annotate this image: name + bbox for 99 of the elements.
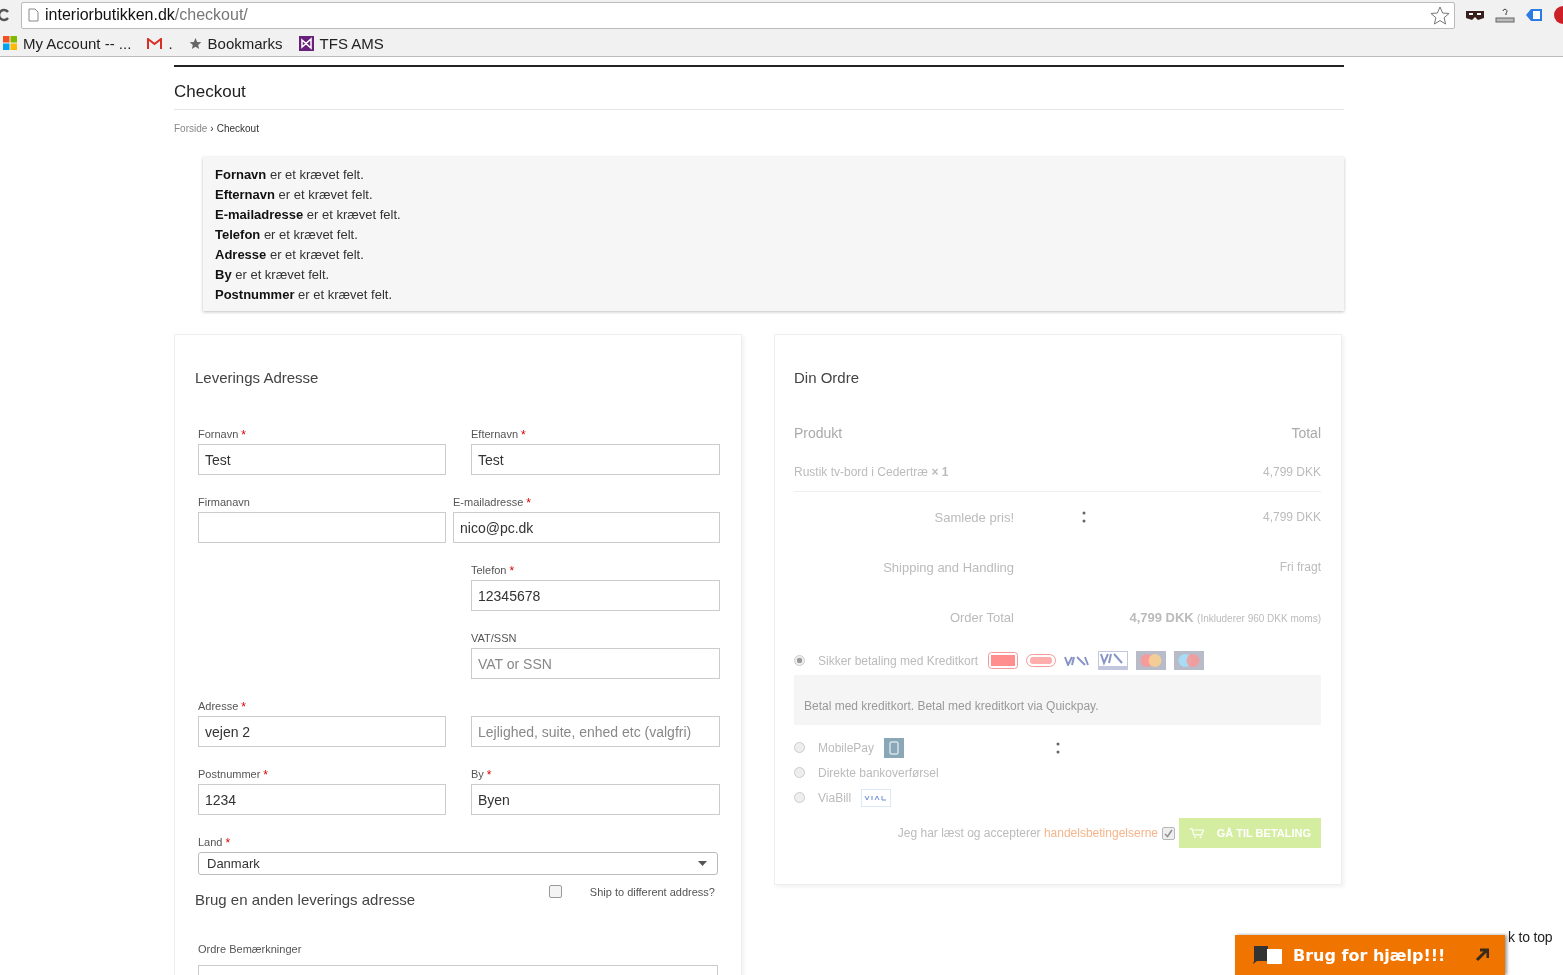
checkbox[interactable]: [548, 885, 562, 898]
field-label: Postnummer: [198, 768, 261, 782]
star-icon: [188, 36, 202, 50]
section-title: Din Ordre: [794, 369, 861, 386]
input-field[interactable]: 1234: [198, 784, 446, 815]
page-title: Checkout: [174, 67, 1344, 110]
field-label: Land: [198, 836, 223, 850]
product-total: 4,799 DKK: [1262, 465, 1321, 479]
card-logo-icon: [1064, 655, 1091, 666]
back-to-top-link[interactable]: k to top: [1508, 929, 1553, 945]
product-name: Rustik tv-bord i Cedertræ × 1: [794, 465, 949, 479]
error-message: Adresse er et krævet felt.: [215, 246, 365, 264]
phone-icon: [884, 737, 905, 758]
required-mark: *: [526, 496, 531, 512]
total-value: 4,799 DKK: [1261, 510, 1321, 524]
field-label: Telefon: [471, 564, 507, 578]
bookmark[interactable]: Bookmarks: [188, 34, 283, 52]
required-mark: *: [225, 836, 231, 852]
field-label: Adresse: [198, 700, 239, 714]
required-mark: *: [509, 564, 515, 580]
required-mark: *: [521, 428, 526, 444]
tag-icon[interactable]: [1525, 7, 1543, 23]
star-icon[interactable]: [1430, 5, 1450, 25]
radio-button[interactable]: [794, 792, 805, 803]
card-logo-icon: [988, 652, 1019, 669]
checkbox[interactable]: [1162, 826, 1175, 840]
arrow-icon: [1475, 948, 1489, 962]
payment-description: Betal med kreditkort. Betal med kreditkort via Quickpay.: [794, 675, 1321, 725]
url-path: /checkout/: [174, 6, 248, 24]
breadcrumb-link[interactable]: Forside: [174, 123, 208, 134]
error-message: Fornavn er et krævet felt.: [215, 166, 365, 184]
total-label: Shipping and Handling: [882, 559, 1014, 575]
section-title: Brug en anden leverings adresse: [195, 891, 416, 908]
caret-icon: [698, 861, 707, 866]
required-mark: *: [241, 428, 247, 444]
field-label: Efternavn: [471, 428, 519, 442]
drive-icon[interactable]: [1495, 7, 1515, 23]
viabill-logo-icon: [861, 788, 892, 807]
payment-label: Direkte bankoverførsel: [818, 765, 939, 780]
column-header: Produkt: [794, 425, 843, 441]
total-value: Fri fragt: [1278, 560, 1321, 574]
error-message: E-mailadresse er et krævet felt.: [215, 206, 402, 224]
input-field[interactable]: Test: [471, 444, 720, 475]
payment-label: Sikker betaling med Kreditkort: [818, 653, 979, 668]
mail-icon: [147, 37, 163, 49]
total-label: Samlede pris!: [933, 509, 1014, 525]
terms-text: Jeg har læst og accepterer handelsbetingelserne: [897, 826, 1158, 840]
input-field[interactable]: Byen: [471, 784, 720, 815]
loading-dots-icon: [1082, 511, 1086, 523]
breadcrumb-text: Checkout: [216, 123, 259, 134]
field-label: Fornavn: [198, 428, 239, 442]
url-host: interiorbutikken.dk: [45, 6, 175, 24]
reload-icon[interactable]: [0, 8, 9, 22]
error-message: Postnummer er et krævet felt.: [215, 286, 393, 304]
required-mark: *: [486, 768, 492, 784]
card-logo-icon: [1136, 651, 1167, 670]
checkbox-label: Ship to different address?: [589, 885, 715, 898]
error-message: Efternavn er et krævet felt.: [215, 186, 374, 204]
mask-icon[interactable]: [1465, 9, 1485, 21]
country-select[interactable]: Danmark: [198, 852, 718, 875]
column-header: Total: [1291, 425, 1321, 441]
radio-button[interactable]: [794, 767, 805, 778]
infinity-icon: [298, 35, 314, 51]
field-label: Ordre Bemærkninger: [198, 943, 302, 957]
radio-button[interactable]: [794, 742, 805, 753]
input-field[interactable]: nico@pc.dk: [453, 512, 720, 543]
address-bar[interactable]: interiorbutikken.dk/checkout/: [21, 1, 1455, 29]
card-logo-icon: [1174, 651, 1205, 670]
bookmark[interactable]: TFS AMS: [298, 34, 384, 52]
breadcrumb-separator: ›: [210, 123, 214, 134]
field-label: Firmanavn: [198, 496, 250, 510]
input-field[interactable]: Lejlighed, suite, enhed etc (valgfri): [471, 716, 720, 747]
windows-icon: [3, 36, 17, 50]
field-label: E-mailadresse: [453, 496, 524, 510]
bookmark[interactable]: My Account -- ...: [3, 34, 132, 52]
error-message: Telefon er et krævet felt.: [215, 226, 359, 244]
total-value: 4,799 DKK (Inkluderer 960 DKK moms): [1128, 609, 1321, 625]
field-label: VAT/SSN: [471, 632, 517, 646]
card-logo-icon: [1098, 651, 1129, 670]
input-field[interactable]: [198, 512, 446, 543]
card-logo-icon: [1026, 654, 1057, 667]
required-mark: *: [263, 768, 269, 784]
page-icon: [28, 8, 39, 22]
input-field[interactable]: VAT or SSN: [471, 648, 720, 679]
input-field[interactable]: Test: [198, 444, 446, 475]
section-title: Leverings Adresse: [195, 369, 320, 386]
payment-label: ViaBill: [818, 790, 852, 805]
total-label: Order Total: [948, 609, 1014, 625]
payment-label: MobilePay: [818, 740, 875, 755]
input-field[interactable]: vejen 2: [198, 716, 446, 747]
loading-dots-icon: [1056, 741, 1060, 754]
error-message: By er et krævet felt.: [215, 266, 331, 284]
required-mark: *: [241, 700, 247, 716]
chat-icon: [1251, 945, 1285, 965]
field-label: By: [471, 768, 484, 782]
input-field[interactable]: 12345678: [471, 580, 720, 611]
radio-button[interactable]: [794, 655, 805, 666]
bookmark[interactable]: .: [147, 34, 173, 52]
pin-icon[interactable]: [1553, 6, 1563, 24]
